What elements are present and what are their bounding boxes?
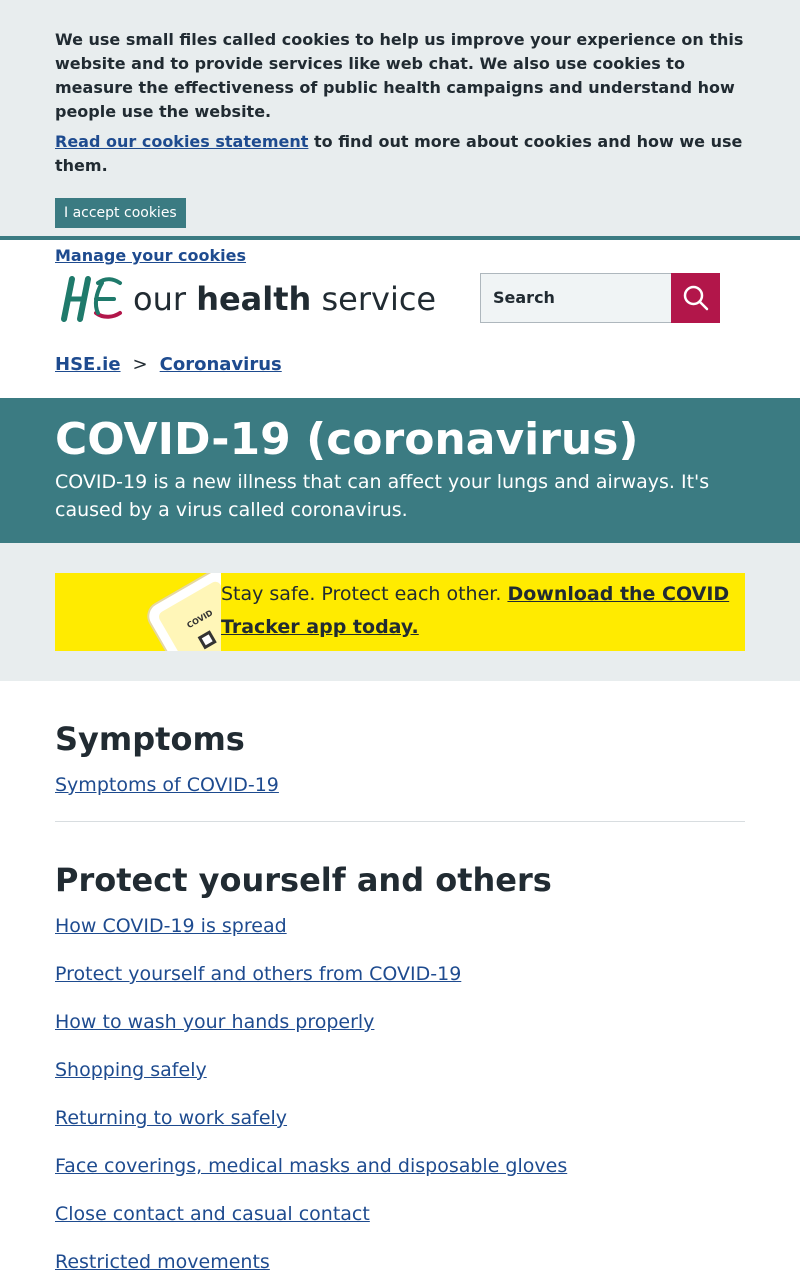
brand-service: service xyxy=(321,280,437,318)
protect-heading: Protect yourself and others xyxy=(55,861,552,899)
list-item: Restricted movements xyxy=(55,1250,745,1274)
protect-yourself-link[interactable]: Protect yourself and others from COVID-1… xyxy=(55,963,461,985)
wash-hands-link[interactable]: How to wash your hands properly xyxy=(55,1011,374,1033)
list-item: Protect yourself and others from COVID-1… xyxy=(55,962,745,986)
list-item: Symptoms of COVID-19 xyxy=(55,773,745,797)
page-hero: COVID-19 (coronavirus) COVID-19 is a new… xyxy=(0,398,800,543)
restricted-movements-link[interactable]: Restricted movements xyxy=(55,1251,270,1273)
promo-section: COVID Stay safe. Protect each other. Dow… xyxy=(0,543,800,681)
search-button[interactable] xyxy=(671,273,720,323)
section-divider xyxy=(55,821,745,822)
list-item: Face coverings, medical masks and dispos… xyxy=(55,1154,745,1178)
phone-illustration: COVID xyxy=(147,573,221,651)
search-icon xyxy=(683,285,708,311)
covid-tracker-phone-image: COVID xyxy=(55,573,221,651)
returning-to-work-link[interactable]: Returning to work safely xyxy=(55,1107,287,1129)
list-item: How COVID-19 is spread xyxy=(55,914,745,938)
breadcrumb-separator: > xyxy=(132,354,148,375)
list-item: Returning to work safely xyxy=(55,1106,745,1130)
close-contact-link[interactable]: Close contact and casual contact xyxy=(55,1203,370,1225)
promo-message: Stay safe. Protect each other. xyxy=(220,583,508,605)
covid-tracker-banner: COVID Stay safe. Protect each other. Dow… xyxy=(55,573,745,651)
symptoms-links: Symptoms of COVID-19 xyxy=(55,773,745,797)
page-title: COVID-19 (coronavirus) xyxy=(55,414,639,465)
breadcrumb-coronavirus[interactable]: Coronavirus xyxy=(160,354,282,375)
accept-cookies-button[interactable]: I accept cookies xyxy=(55,198,186,228)
cookie-statement-line: Read our cookies statement to find out m… xyxy=(55,130,745,178)
promo-text: Stay safe. Protect each other. Download … xyxy=(221,573,745,651)
search-input[interactable]: Search xyxy=(480,273,671,323)
page-description: COVID-19 is a new illness that can affec… xyxy=(55,471,710,521)
breadcrumb: HSE.ie > Coronavirus xyxy=(55,354,282,375)
symptoms-of-covid-link[interactable]: Symptoms of COVID-19 xyxy=(55,774,279,796)
list-item: Close contact and casual contact xyxy=(55,1202,745,1226)
cookie-message: We use small files called cookies to hel… xyxy=(55,30,744,121)
brand-name: our health service xyxy=(133,280,436,318)
brand-our: our xyxy=(133,280,187,318)
brand-health: health xyxy=(196,280,312,318)
cookie-banner: We use small files called cookies to hel… xyxy=(0,0,800,265)
protect-section: Protect yourself and others How COVID-19… xyxy=(55,860,745,1274)
cookie-statement-link[interactable]: Read our cookies statement xyxy=(55,132,308,151)
hse-logo-icon xyxy=(61,276,122,322)
covid-spread-link[interactable]: How COVID-19 is spread xyxy=(55,915,287,937)
protect-links: How COVID-19 is spread Protect yourself … xyxy=(55,914,745,1274)
symptoms-heading: Symptoms xyxy=(55,720,245,758)
list-item: How to wash your hands properly xyxy=(55,1010,745,1034)
list-item: Shopping safely xyxy=(55,1058,745,1082)
shopping-safely-link[interactable]: Shopping safely xyxy=(55,1059,207,1081)
face-coverings-link[interactable]: Face coverings, medical masks and dispos… xyxy=(55,1155,567,1177)
search-form: Search xyxy=(480,273,720,323)
site-header: our health service Search HSE.ie > Coronav… xyxy=(0,240,800,398)
breadcrumb-hse[interactable]: HSE.ie xyxy=(55,354,121,375)
main-content: Symptoms Symptoms of COVID-19 Protect yo… xyxy=(0,681,800,1274)
symptoms-section: Symptoms Symptoms of COVID-19 xyxy=(55,719,745,797)
